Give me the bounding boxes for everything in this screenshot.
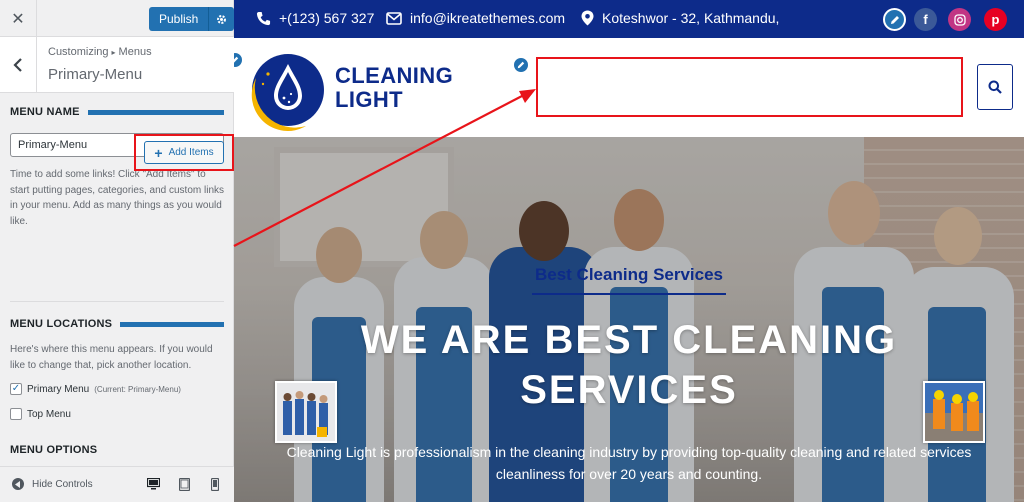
search-button[interactable] — [977, 64, 1013, 110]
tablet-icon — [178, 477, 190, 491]
close-customizer-button[interactable]: ✕ — [0, 0, 37, 37]
customizer-panel: ✕ Publish Customizing ▸ Menus Primary-Menu… — [0, 0, 235, 502]
phone-icon — [256, 11, 271, 25]
pencil-icon — [890, 15, 899, 24]
site-preview: +(123) 567 327 info@ikreatethemes.com Ko… — [234, 0, 1024, 502]
menu-name-heading: MENU NAME — [10, 106, 224, 118]
email-text: info@ikreatethemes.com — [410, 10, 566, 26]
primary-menu-checkbox[interactable]: ✓ — [10, 383, 22, 395]
hide-controls-button[interactable]: Hide Controls — [12, 478, 93, 490]
mobile-preview-button[interactable] — [208, 477, 222, 491]
publish-group: Publish — [149, 7, 235, 31]
heading-accent-bar — [87, 109, 224, 115]
phone-text: +(123) 567 327 — [279, 10, 375, 26]
publish-button[interactable]: Publish — [149, 7, 210, 31]
topbar-email[interactable]: info@ikreatethemes.com — [386, 10, 565, 26]
publish-settings-button[interactable] — [209, 7, 235, 31]
plus-icon: + — [154, 144, 163, 161]
primary-menu-label: Primary Menu — [27, 383, 90, 395]
pencil-icon — [517, 61, 525, 69]
instagram-icon — [953, 13, 966, 26]
topbar-edit-button[interactable] — [883, 8, 906, 31]
heading-accent-bar — [120, 321, 224, 327]
site-topbar: +(123) 567 327 info@ikreatethemes.com Ko… — [234, 0, 1024, 38]
breadcrumb-separator-icon: ▸ — [111, 48, 116, 57]
mobile-icon — [211, 477, 219, 491]
search-edit-button[interactable] — [512, 56, 530, 74]
topbar-phone[interactable]: +(123) 567 327 — [256, 10, 374, 26]
facebook-link[interactable]: f — [914, 8, 937, 31]
logo-line-1: CLEANING — [335, 63, 454, 88]
collapse-icon — [12, 478, 24, 490]
primary-menu-location[interactable]: ✓ Primary Menu (Current: Primary-Menu) — [10, 383, 224, 395]
hero-title: WE ARE BEST CLEANING SERVICES — [360, 318, 898, 412]
breadcrumb-menus: Menus — [118, 46, 152, 58]
logo-edit-button[interactable] — [234, 51, 244, 69]
panel-footer: Hide Controls — [0, 466, 234, 502]
menu-placeholder-highlight[interactable] — [536, 57, 963, 117]
menu-locations-heading-text: MENU LOCATIONS — [10, 318, 113, 330]
facebook-icon: f — [923, 12, 928, 27]
tablet-preview-button[interactable] — [177, 477, 191, 491]
menu-locations-description: Here's where this menu appears. If you w… — [10, 344, 213, 371]
customizer-actions: ✕ Publish — [0, 0, 235, 37]
add-items-button[interactable]: + Add Items — [144, 141, 224, 164]
add-items-label: Add Items — [168, 147, 214, 158]
map-pin-icon — [581, 10, 594, 26]
hero-description: Cleaning Light is professionalism in the… — [286, 444, 972, 482]
breadcrumb-customizing: Customizing — [48, 46, 109, 58]
panel-title: Primary-Menu — [48, 66, 143, 83]
logo-line-2: LIGHT — [335, 87, 403, 112]
pinterest-link[interactable]: p — [984, 8, 1007, 31]
top-menu-location[interactable]: Top Menu — [10, 408, 224, 420]
menu-name-heading-text: MENU NAME — [10, 106, 80, 118]
top-menu-label: Top Menu — [27, 408, 71, 420]
breadcrumb: Customizing ▸ Menus — [48, 46, 152, 58]
instagram-link[interactable] — [948, 8, 971, 31]
menu-name-description: Time to add some links! Click "Add Items… — [10, 169, 225, 227]
add-items-highlight: + Add Items — [134, 134, 234, 171]
site-header: CLEANING LIGHT — [234, 38, 1024, 137]
primary-menu-current-note: (Current: Primary-Menu) — [94, 384, 181, 394]
email-icon — [386, 11, 402, 25]
search-icon — [988, 80, 1002, 94]
gear-icon — [217, 14, 227, 24]
desktop-preview-button[interactable] — [146, 477, 160, 491]
address-text: Koteshwor - 32, Kathmandu, — [602, 10, 780, 26]
chevron-left-icon — [13, 58, 22, 72]
hide-controls-label: Hide Controls — [32, 478, 93, 490]
desktop-icon — [146, 478, 160, 490]
logo-mark[interactable] — [246, 48, 330, 132]
pinterest-icon: p — [991, 12, 1000, 27]
topbar-address: Koteshwor - 32, Kathmandu, — [581, 10, 779, 26]
menu-options-heading: MENU OPTIONS — [10, 444, 224, 456]
pencil-icon — [234, 56, 239, 63]
close-icon: ✕ — [11, 10, 25, 28]
back-button[interactable] — [0, 37, 37, 93]
section-divider — [10, 301, 224, 302]
hero-section: Best Cleaning Services WE ARE BEST CLEAN… — [234, 137, 1024, 502]
top-menu-checkbox[interactable] — [10, 408, 22, 420]
hero-eyebrow: Best Cleaning Services — [532, 265, 726, 295]
menu-options-heading-text: MENU OPTIONS — [10, 444, 98, 456]
panel-header: Customizing ▸ Menus Primary-Menu — [0, 37, 234, 93]
menu-locations-heading: MENU LOCATIONS — [10, 318, 224, 330]
logo-text[interactable]: CLEANING LIGHT — [335, 64, 453, 112]
